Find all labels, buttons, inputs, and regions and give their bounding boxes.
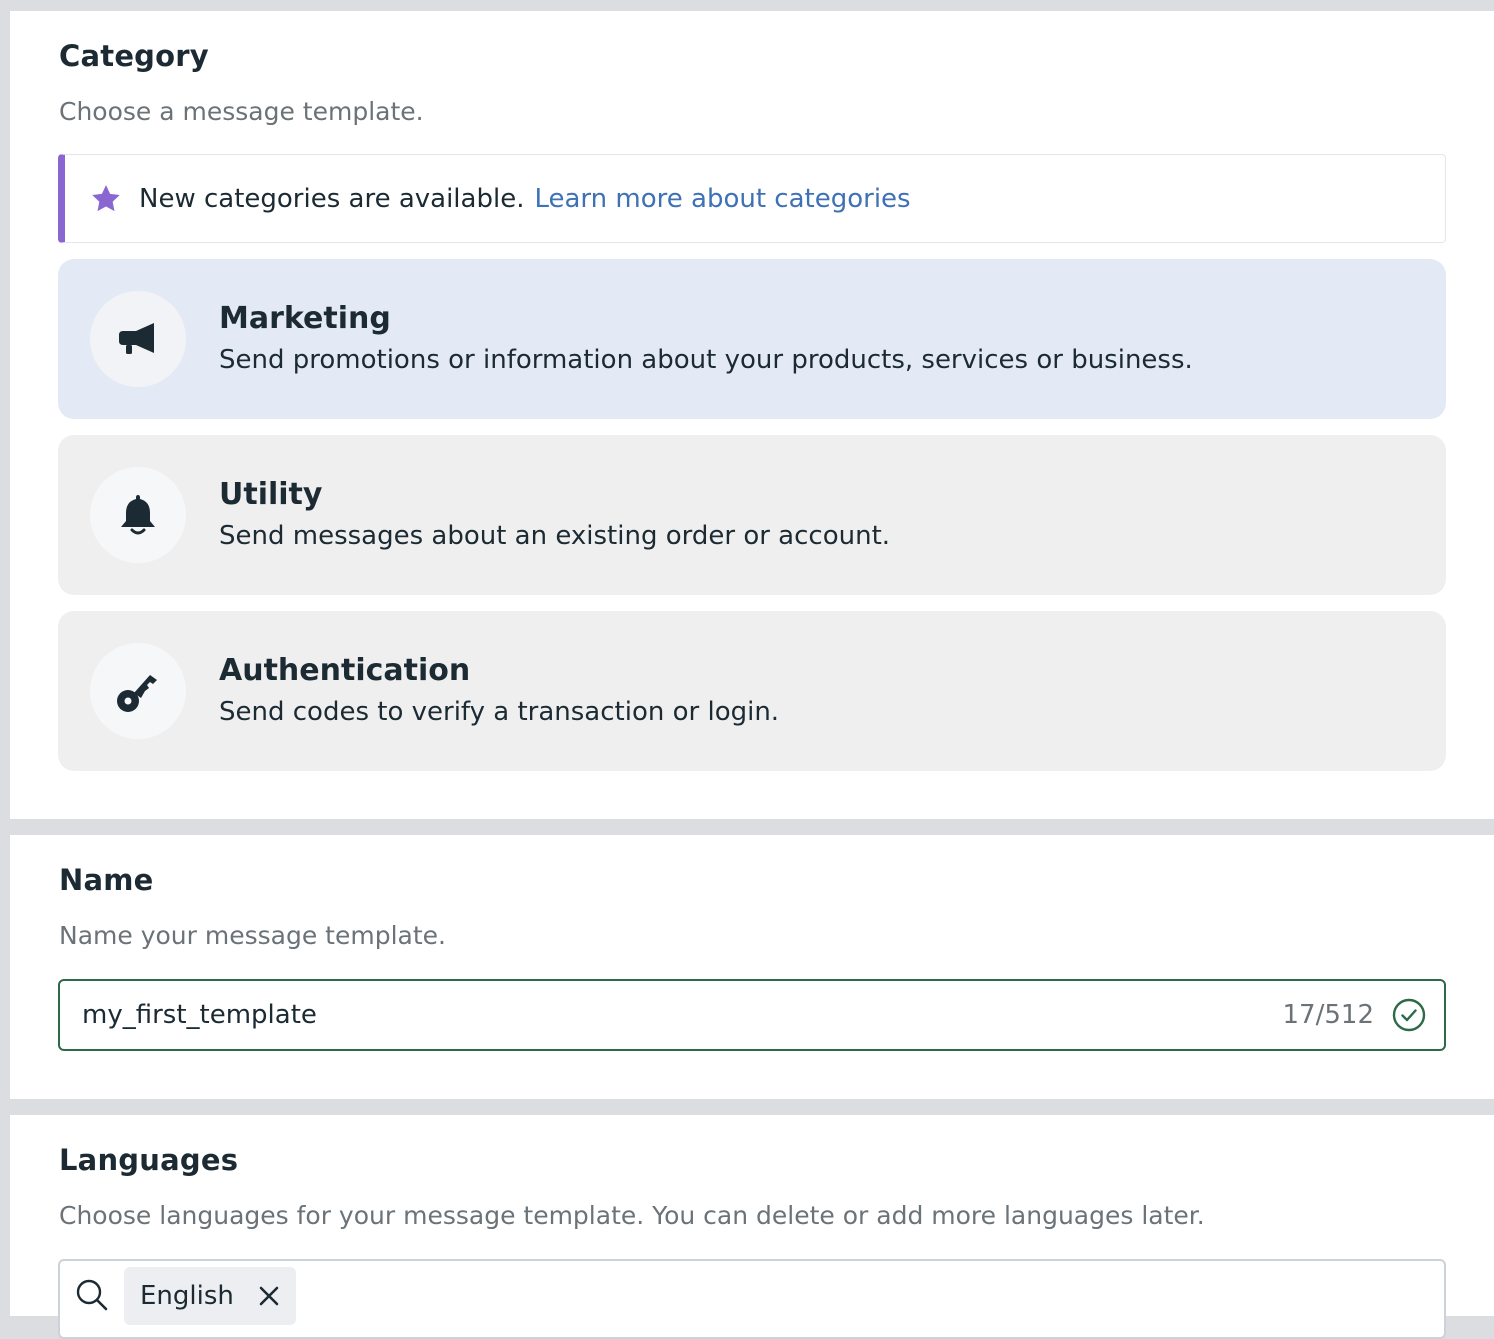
bell-icon (121, 495, 155, 535)
category-title-marketing: Marketing (219, 301, 391, 336)
category-option-marketing[interactable]: Marketing Send promotions or information… (58, 259, 1446, 419)
close-icon[interactable] (256, 1283, 282, 1309)
learn-more-categories-link[interactable]: Learn more about categories (534, 184, 910, 214)
languages-subtitle: Choose languages for your message templa… (59, 1201, 1205, 1230)
search-icon (76, 1279, 108, 1311)
megaphone-icon (119, 323, 154, 354)
char-count: 17/512 (1282, 1000, 1374, 1030)
category-subtitle: Choose a message template. (59, 97, 424, 126)
name-title: Name (59, 863, 154, 897)
category-option-utility[interactable]: Utility Send messages about an existing … (58, 435, 1446, 595)
category-title-utility: Utility (219, 477, 323, 512)
category-title: Category (59, 39, 209, 73)
star-icon (92, 184, 120, 211)
new-categories-banner: New categories are available. Learn more… (58, 154, 1446, 243)
languages-title: Languages (59, 1143, 239, 1177)
language-chip-english: English (124, 1267, 296, 1325)
category-title-authentication: Authentication (219, 653, 471, 688)
language-chip-label: English (140, 1281, 234, 1311)
banner-text: New categories are available. (139, 183, 525, 214)
template-name-input[interactable] (82, 981, 1232, 1049)
category-desc-marketing: Send promotions or information about you… (219, 345, 1193, 375)
name-section: Name Name your message template. 17/512 (10, 835, 1494, 1099)
languages-section: Languages Choose languages for your mess… (10, 1115, 1494, 1339)
category-desc-authentication: Send codes to verify a transaction or lo… (219, 697, 780, 727)
template-name-field: 17/512 (58, 979, 1446, 1051)
category-section: Category Choose a message template. New … (10, 11, 1494, 819)
name-subtitle: Name your message template. (59, 921, 446, 950)
check-circle-icon (1392, 998, 1426, 1032)
category-option-authentication[interactable]: Authentication Send codes to verify a tr… (58, 611, 1446, 771)
languages-select[interactable]: English (58, 1259, 1446, 1339)
key-icon (117, 675, 157, 712)
category-desc-utility: Send messages about an existing order or… (219, 521, 891, 551)
